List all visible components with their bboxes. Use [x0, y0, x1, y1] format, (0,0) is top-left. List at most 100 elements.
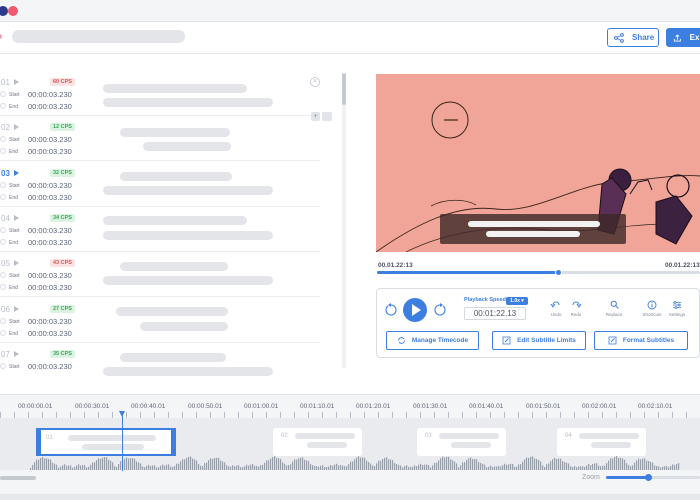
end-handle-icon[interactable] — [0, 148, 6, 155]
end-time[interactable]: 00:00:03.230 — [28, 329, 72, 338]
play-subtitle-icon[interactable] — [14, 305, 19, 312]
start-handle-icon[interactable] — [0, 362, 6, 369]
start-handle-icon[interactable] — [0, 91, 6, 97]
subtitle-text-line[interactable] — [103, 231, 273, 240]
play-subtitle-icon[interactable] — [14, 214, 19, 221]
start-time[interactable]: 00:00:03.230 — [28, 362, 72, 370]
end-handle-icon[interactable] — [0, 193, 6, 200]
export-button[interactable]: Export — [666, 28, 700, 47]
end-handle-icon[interactable] — [0, 238, 6, 245]
start-time[interactable]: 00:00:03.230 — [28, 90, 72, 99]
list-scrollbar[interactable] — [342, 73, 346, 368]
subtitle-text-line[interactable] — [120, 128, 230, 137]
start-label: Start — [9, 182, 20, 189]
end-label: End — [9, 330, 18, 337]
end-handle-icon[interactable] — [0, 329, 6, 336]
end-time[interactable]: 00:00:03.230 — [28, 238, 72, 247]
redo-button[interactable]: Redo — [563, 300, 589, 320]
video-preview[interactable] — [376, 74, 700, 252]
subtitle-text-line[interactable] — [116, 307, 228, 316]
timeline-tick-label: 00:01:10.01 — [300, 403, 335, 410]
start-time[interactable]: 00:00:03.230 — [28, 317, 72, 326]
list-scrollbar-thumb[interactable] — [342, 73, 346, 105]
end-time[interactable]: 00:00:03.230 — [28, 283, 72, 292]
subtitle-row[interactable]: 04 34 CPS Start 00:00:03.230 End 00:00:0… — [0, 206, 320, 252]
timeline-tick-label: 00:00:30.01 — [75, 403, 110, 410]
timeline-clip[interactable]: 03 — [417, 428, 506, 456]
start-handle-icon[interactable] — [0, 181, 6, 188]
manage-timecode-button[interactable]: Manage Timecode — [386, 331, 479, 350]
rewind-icon[interactable] — [384, 303, 398, 317]
playhead[interactable] — [119, 411, 125, 471]
subtitle-text-line[interactable] — [143, 142, 231, 151]
start-handle-icon[interactable] — [0, 226, 6, 233]
subtitle-text-line[interactable] — [140, 322, 228, 331]
start-label: Start — [9, 92, 20, 98]
scrubber-track[interactable] — [377, 269, 700, 276]
end-time[interactable]: 00:00:03.230 — [28, 102, 72, 111]
end-handle-icon[interactable] — [0, 103, 6, 109]
subtitle-row[interactable]: 06 27 CPS Start 00:00:03.230 End 00:00:0… — [0, 297, 320, 343]
clip-left-handle[interactable] — [36, 428, 41, 456]
start-handle-icon[interactable] — [0, 136, 6, 143]
timeline-tick-label: 00:02:00.01 — [582, 403, 617, 410]
subtitle-text-line[interactable] — [103, 216, 247, 225]
end-time[interactable]: 00:00:03.230 — [28, 193, 72, 202]
subtitle-text-line[interactable] — [120, 262, 228, 271]
subtitle-row[interactable]: 02 12 CPS Start 00:00:03.230 End 00:00:0… — [0, 115, 320, 162]
timeline-scrollbar[interactable] — [0, 476, 36, 480]
window-minimize-button[interactable] — [0, 6, 8, 16]
timeline-tick-label: 00:01:20.01 — [356, 403, 391, 410]
subtitle-row[interactable]: 01 60 CPS Start 00:00:03.230 End 00:00:0… — [0, 70, 320, 116]
start-label: Start — [9, 363, 20, 370]
end-handle-icon[interactable] — [0, 284, 6, 291]
timeline-clip[interactable]: 01 — [36, 428, 176, 456]
start-time[interactable]: 00:00:03.230 — [28, 271, 72, 280]
scrubber-handle[interactable] — [554, 269, 562, 276]
play-button[interactable] — [403, 298, 427, 322]
play-subtitle-icon[interactable] — [14, 260, 19, 267]
timeline-clip[interactable]: 04 — [557, 428, 646, 456]
merge-subtitle-icon[interactable] — [322, 112, 332, 121]
format-subtitles-button[interactable]: Format Subtitles — [594, 331, 688, 350]
zoom-slider[interactable] — [606, 474, 700, 481]
timeline-clip[interactable]: 02 — [273, 428, 362, 456]
back-icon[interactable] — [0, 34, 2, 39]
start-handle-icon[interactable] — [0, 317, 6, 324]
start-handle-icon[interactable] — [0, 272, 6, 279]
share-button[interactable]: Share — [607, 28, 659, 47]
start-time[interactable]: 00:00:03.230 — [28, 181, 72, 190]
play-subtitle-icon[interactable] — [14, 350, 19, 357]
play-subtitle-icon[interactable] — [14, 169, 19, 176]
replace-button[interactable]: Replace — [601, 300, 627, 320]
timeline-tick-label: 00:01:50.01 — [526, 403, 561, 410]
subtitle-text-line[interactable] — [103, 84, 247, 93]
subtitle-text-line[interactable] — [120, 353, 226, 362]
timeline-tick-label: 00:01:00.01 — [244, 403, 279, 410]
end-time[interactable]: 00:00:03.230 — [28, 147, 72, 156]
start-time[interactable]: 00:00:03.230 — [28, 226, 72, 235]
playhead-handle[interactable] — [119, 411, 125, 417]
subtitle-text-line[interactable] — [103, 367, 273, 376]
start-time[interactable]: 00:00:03.230 — [28, 135, 72, 144]
subtitle-row[interactable]: 03 32 CPS Start 00:00:03.230 End 00:00:0… — [0, 161, 320, 207]
subtitle-text-line[interactable] — [103, 186, 273, 195]
settings-button[interactable]: Settings — [664, 300, 690, 320]
window-close-button[interactable] — [8, 6, 18, 16]
add-subtitle-icon[interactable]: + — [311, 112, 320, 121]
clip-right-handle[interactable] — [171, 428, 176, 456]
shortcuts-button[interactable]: Shortcuts — [639, 300, 665, 320]
playback-speed-select[interactable]: 1.0x ▾ — [506, 297, 528, 305]
export-label: Export — [689, 33, 700, 42]
edit-subtitle-limits-button[interactable]: Edit Subtitle Limits — [492, 331, 586, 350]
subtitle-number: 01 — [1, 78, 10, 87]
play-subtitle-icon[interactable] — [14, 124, 19, 131]
timecode-input[interactable]: 00:01:22.13 — [464, 307, 526, 320]
subtitle-text-line[interactable] — [103, 98, 273, 107]
close-icon[interactable]: × — [310, 77, 320, 87]
forward-icon[interactable] — [433, 303, 447, 317]
subtitle-text-line[interactable] — [120, 172, 232, 181]
play-subtitle-icon[interactable] — [14, 79, 19, 85]
subtitle-text-line[interactable] — [103, 276, 273, 285]
subtitle-row[interactable]: 05 43 CPS Start 00:00:03.230 End 00:00:0… — [0, 251, 320, 298]
